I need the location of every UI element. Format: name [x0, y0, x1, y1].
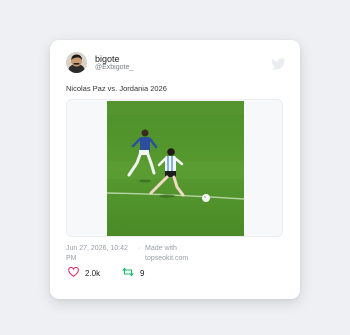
made-with-credit[interactable]: Made with topseokit.com — [145, 244, 205, 264]
author-name[interactable]: bigote — [95, 54, 120, 64]
tweet-text: Nicolas Paz vs. Jordania 2026 — [66, 84, 167, 93]
retweet-button[interactable]: 9 — [122, 267, 144, 279]
retweet-icon — [122, 267, 134, 279]
tweet-card: bigote @Exbigote_ Nicolas Paz vs. Jordan… — [50, 40, 300, 299]
tweet-media[interactable] — [66, 99, 283, 237]
retweet-count: 9 — [140, 268, 145, 278]
like-count: 2.0k — [85, 268, 101, 278]
meta-separator: · — [138, 245, 141, 252]
heart-icon — [68, 266, 79, 279]
like-button[interactable]: 2.0k — [68, 266, 101, 279]
avatar[interactable] — [66, 52, 87, 73]
author-handle[interactable]: @Exbigote_ — [95, 64, 133, 72]
football-photo — [107, 101, 244, 236]
twitter-bird-icon — [271, 57, 286, 70]
tweet-date[interactable]: Jun 27, 2026, 10:42 PM — [66, 244, 134, 264]
